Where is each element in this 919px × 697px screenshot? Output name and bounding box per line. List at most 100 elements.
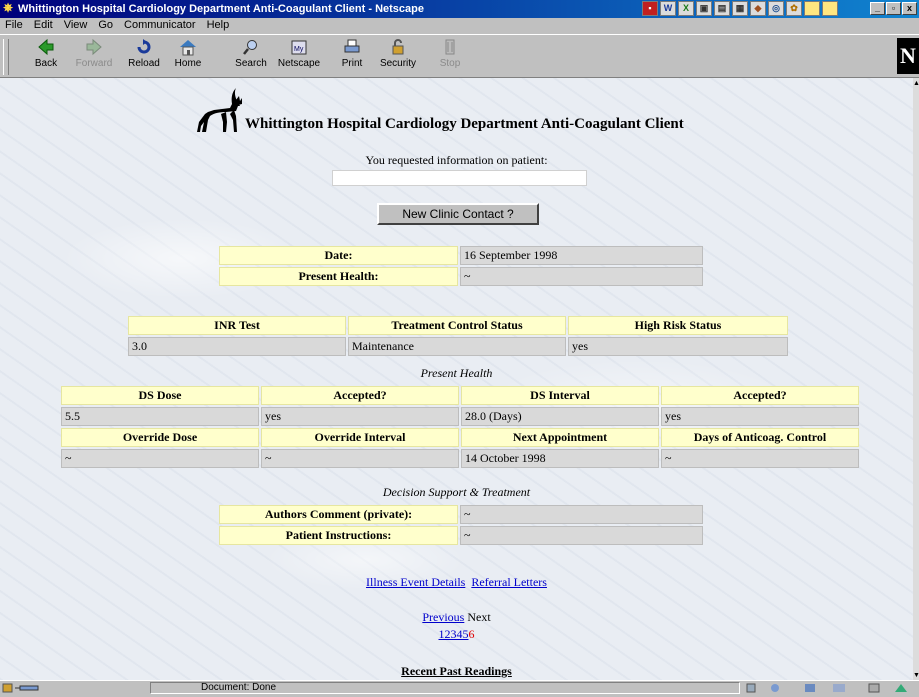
menu-file[interactable]: File: [0, 18, 29, 34]
print-button[interactable]: Print: [332, 38, 372, 69]
scroll-down-icon[interactable]: ▼: [913, 670, 919, 680]
treatment-status-header: Treatment Control Status: [348, 316, 566, 335]
back-button[interactable]: Back: [26, 38, 66, 69]
menu-help[interactable]: Help: [202, 18, 236, 34]
next-appointment-value: 14 October 1998: [461, 449, 659, 468]
decision-support-caption: Decision Support & Treatment: [382, 485, 531, 499]
forward-arrow-icon: [86, 38, 102, 56]
navigation-toolbar: Back Forward Reload Home Search My Netsc…: [0, 34, 919, 78]
illness-event-details-link[interactable]: Illness Event Details: [366, 575, 465, 589]
title-bar: ✵ Whittington Hospital Cardiology Depart…: [0, 0, 919, 18]
netscape-app-icon: ✵: [3, 1, 14, 15]
high-risk-header: High Risk Status: [568, 316, 788, 335]
stop-icon: [445, 39, 455, 55]
scroll-up-icon[interactable]: ▲: [913, 78, 919, 88]
folder-yellow-icon[interactable]: [822, 1, 838, 16]
notes-icon[interactable]: [804, 1, 820, 16]
minimize-button[interactable]: _: [870, 2, 885, 15]
accepted-value-1: yes: [261, 407, 459, 426]
page-header: Whittington Hospital Cardiology Departme…: [196, 86, 756, 136]
page-title: Whittington Hospital Cardiology Departme…: [245, 116, 684, 132]
ds-interval-value: 28.0 (Days): [461, 407, 659, 426]
present-health-caption: Present Health: [420, 366, 493, 380]
security-button[interactable]: Security: [378, 38, 418, 69]
reload-button[interactable]: Reload: [124, 38, 164, 69]
back-arrow-icon: [38, 38, 54, 56]
vertical-scrollbar[interactable]: ▲ ▼: [913, 78, 919, 680]
folder-icon[interactable]: ▦: [732, 1, 748, 16]
taskbar-tray-icons: ▪ W X ▣ ▤ ▦ ◆ ◎ ✿: [642, 1, 838, 17]
authors-comment-value: ~: [460, 505, 703, 524]
excel-icon[interactable]: X: [678, 1, 694, 16]
toolbar-grip[interactable]: [3, 39, 9, 75]
patient-field[interactable]: [332, 170, 587, 186]
status-icons: [2, 682, 52, 694]
window-icon[interactable]: ▣: [696, 1, 712, 16]
window-controls: _ ▫ x: [870, 2, 917, 15]
search-button[interactable]: Search: [231, 38, 271, 69]
days-anticoag-control-value: ~: [661, 449, 859, 468]
date-value: 16 September 1998: [460, 246, 703, 265]
menu-view[interactable]: View: [59, 18, 94, 34]
recent-past-readings-heading: Recent Past Readings: [401, 664, 512, 678]
status-bar: Document: Done: [0, 680, 919, 696]
black-cat-logo-icon: [197, 88, 242, 132]
document-icon[interactable]: ▤: [714, 1, 730, 16]
word-icon[interactable]: W: [660, 1, 676, 16]
inr-test-header: INR Test: [128, 316, 346, 335]
ds-dose-header: DS Dose: [61, 386, 259, 405]
override-dose-value: ~: [61, 449, 259, 468]
override-interval-header: Override Interval: [261, 428, 459, 447]
outlook-icon[interactable]: ◎: [768, 1, 784, 16]
present-health-value: ~: [460, 267, 703, 286]
stop-button[interactable]: Stop: [430, 38, 470, 69]
close-button[interactable]: x: [902, 2, 917, 15]
office-icon[interactable]: ✿: [786, 1, 802, 16]
menu-communicator[interactable]: Communicator: [119, 18, 202, 34]
dosing-table: DS Dose Accepted? DS Interval Accepted? …: [59, 384, 861, 470]
new-clinic-contact-button[interactable]: New Clinic Contact ?: [377, 203, 539, 225]
high-risk-value: yes: [568, 337, 788, 356]
pager: Previous Next: [0, 610, 913, 625]
netscape-logo-icon[interactable]: N: [897, 38, 919, 74]
date-label: Date:: [219, 246, 458, 265]
page-content: Whittington Hospital Cardiology Departme…: [0, 78, 913, 680]
menu-go[interactable]: Go: [93, 18, 119, 34]
next-appointment-header: Next Appointment: [461, 428, 659, 447]
svg-text:My: My: [294, 46, 304, 53]
override-dose-header: Override Dose: [61, 428, 259, 447]
component-bar: [745, 682, 917, 694]
window-title: Whittington Hospital Cardiology Departme…: [18, 3, 424, 15]
accepted-value-2: yes: [661, 407, 859, 426]
detail-links: Illness Event Details Referral Letters: [0, 575, 913, 590]
status-text: Document: Done: [150, 682, 740, 694]
printer-icon: [344, 39, 360, 53]
page-numbers: 123456: [0, 627, 913, 642]
previous-link[interactable]: Previous: [422, 610, 464, 624]
visit-info-table: Date: 16 September 1998 Present Health: …: [217, 244, 705, 288]
tray-app-icon[interactable]: ▪: [642, 1, 658, 16]
access-icon[interactable]: ◆: [750, 1, 766, 16]
search-icon: [243, 40, 257, 55]
component-bar-icons[interactable]: [745, 682, 917, 694]
home-button[interactable]: Home: [168, 38, 208, 69]
override-interval-value: ~: [261, 449, 459, 468]
ds-dose-value: 5.5: [61, 407, 259, 426]
menu-edit[interactable]: Edit: [29, 18, 59, 34]
patient-instructions-label: Patient Instructions:: [219, 526, 458, 545]
accepted-header-1: Accepted?: [261, 386, 459, 405]
reload-icon: [137, 39, 151, 54]
days-anticoag-control-header: Days of Anticoag. Control: [661, 428, 859, 447]
current-page: 6: [468, 627, 475, 641]
maximize-button[interactable]: ▫: [886, 2, 901, 15]
home-icon: [180, 40, 196, 56]
referral-letters-link[interactable]: Referral Letters: [471, 575, 547, 589]
netscape-button[interactable]: My Netscape: [277, 38, 321, 69]
forward-button[interactable]: Forward: [74, 38, 114, 69]
authors-comment-label: Authors Comment (private):: [219, 505, 458, 524]
patient-instructions-value: ~: [460, 526, 703, 545]
menu-bar: File Edit View Go Communicator Help: [0, 18, 919, 34]
inr-test-value: 3.0: [128, 337, 346, 356]
present-health-label: Present Health:: [219, 267, 458, 286]
netscape-mynetscape-icon: My: [291, 40, 307, 55]
